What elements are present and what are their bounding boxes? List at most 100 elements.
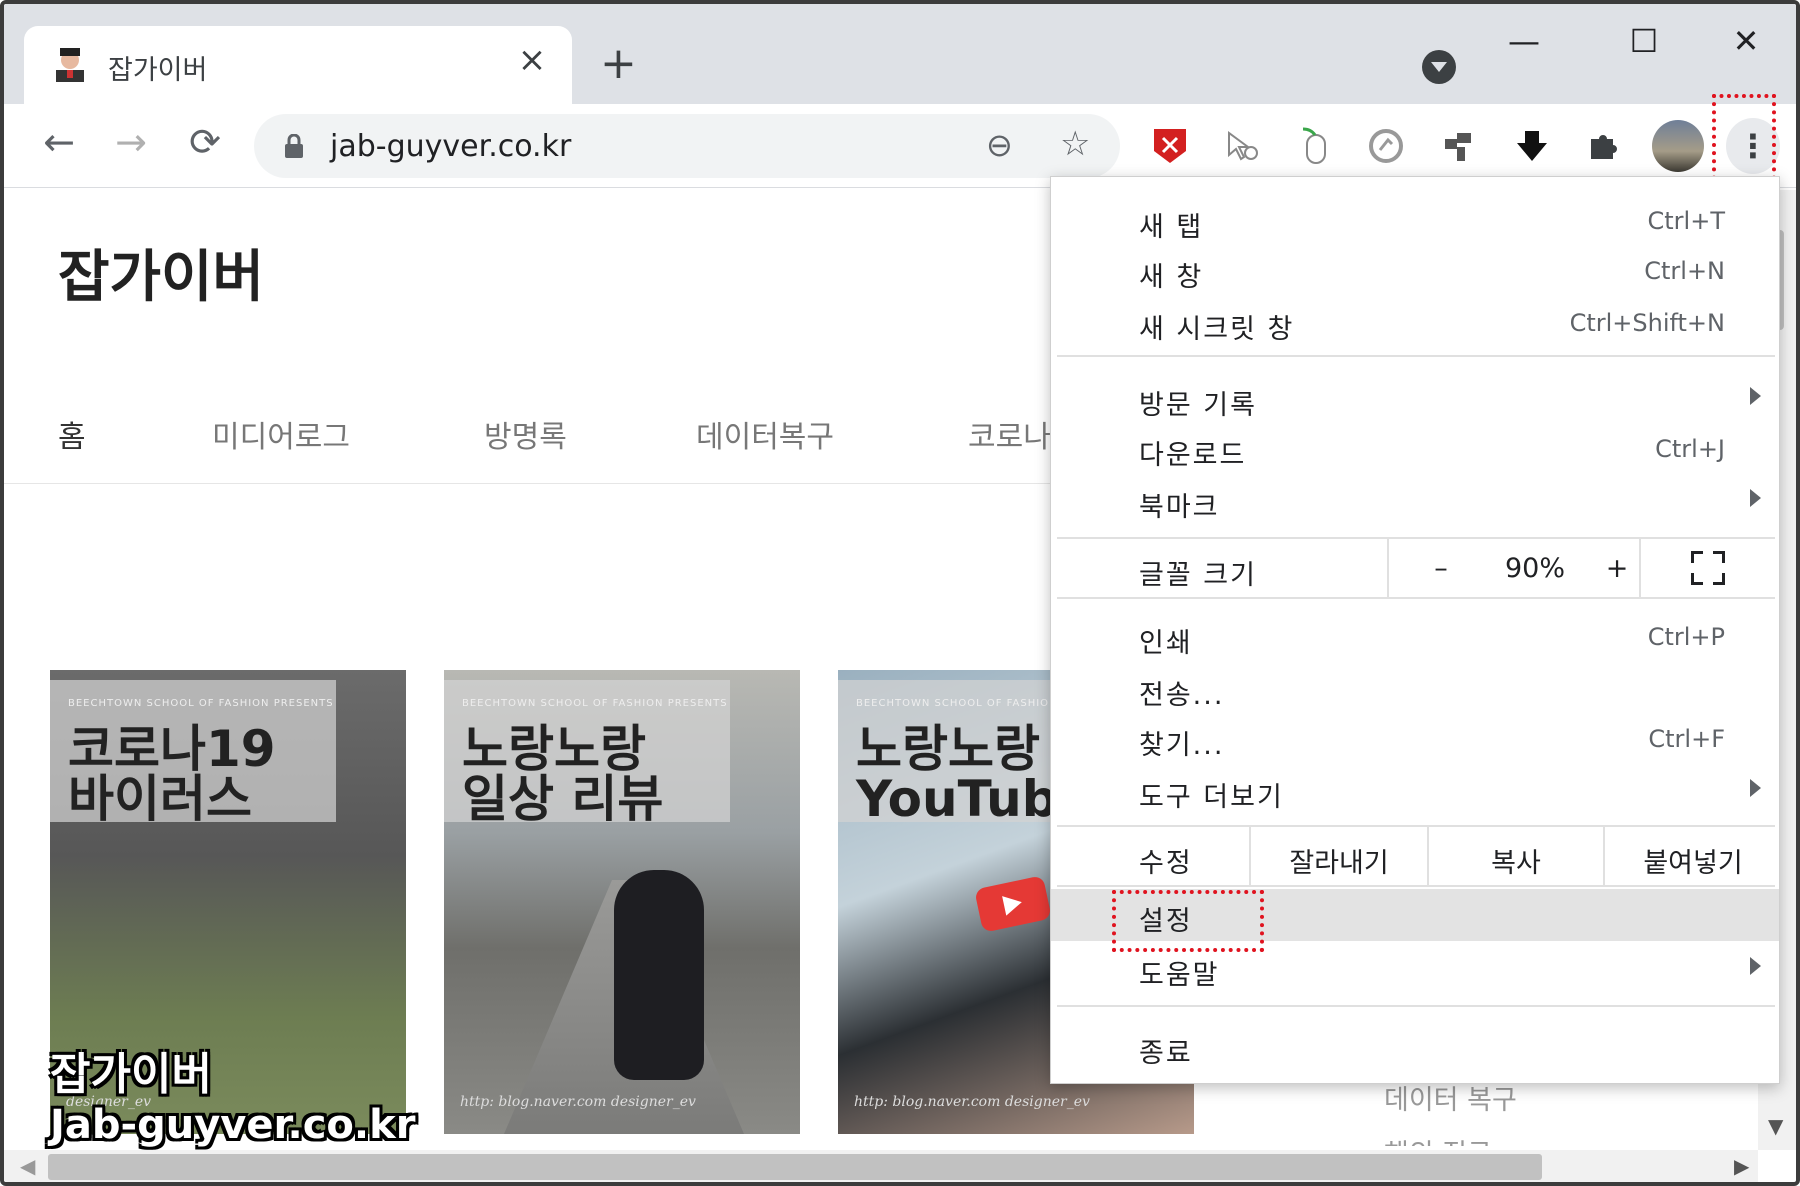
new-tab-button[interactable]: + xyxy=(600,42,637,86)
card-subtitle: BEECHTOWN SCHOOL OF FASHION P xyxy=(856,698,1069,709)
edit-label: 수정 xyxy=(1139,848,1193,879)
cyclist-image xyxy=(614,870,704,1080)
extension-cursor-icon[interactable] xyxy=(1222,126,1262,166)
scroll-left-arrow-icon[interactable]: ◀ xyxy=(20,1154,35,1178)
card-subtitle: BEECHTOWN SCHOOL OF FASHION PRESENTS xyxy=(68,698,334,709)
menu-item-new-tab[interactable]: 새 탭 Ctrl+T xyxy=(1051,195,1779,247)
scroll-right-arrow-icon[interactable]: ▶ xyxy=(1734,1154,1749,1178)
menu-item-label: 인쇄 xyxy=(1139,628,1193,659)
menu-divider xyxy=(1639,539,1641,597)
submenu-arrow-icon xyxy=(1750,957,1761,975)
card-title: 노랑노랑 일상 리뷰 xyxy=(462,720,664,828)
extensions-puzzle-icon[interactable] xyxy=(1584,126,1624,166)
menu-item-cast[interactable]: 전송... xyxy=(1051,663,1779,715)
nav-item-guestbook[interactable]: 방명록 xyxy=(484,412,567,456)
lock-icon[interactable] xyxy=(284,134,304,158)
reload-button[interactable]: ⟳ xyxy=(180,120,230,164)
menu-item-label: 새 탭 xyxy=(1139,212,1204,243)
menu-divider xyxy=(1387,539,1389,597)
menu-item-shortcut: Ctrl+T xyxy=(1647,207,1725,235)
menu-item-more-tools[interactable]: 도구 더보기 xyxy=(1051,765,1779,817)
menu-separator xyxy=(1057,885,1775,887)
tab-close-icon[interactable]: × xyxy=(512,40,552,80)
menu-item-shortcut: Ctrl+F xyxy=(1648,725,1725,753)
menu-item-shortcut: Ctrl+Shift+N xyxy=(1569,309,1725,337)
nav-item-data-recovery[interactable]: 데이터복구 xyxy=(696,412,834,456)
copy-button[interactable]: 복사 xyxy=(1429,841,1603,880)
bookmark-star-icon[interactable]: ☆ xyxy=(1060,124,1090,164)
site-title[interactable]: 잡가이버 xyxy=(58,232,264,313)
cut-button[interactable]: 잘라내기 xyxy=(1251,841,1427,880)
menu-item-incognito[interactable]: 새 시크릿 창 Ctrl+Shift+N xyxy=(1051,297,1779,349)
profile-avatar[interactable] xyxy=(1652,120,1704,172)
menu-edit-row: 수정 잘라내기 복사 붙여넣기 xyxy=(1051,827,1779,885)
close-window-button[interactable]: ✕ xyxy=(1716,22,1776,60)
minimize-button[interactable]: — xyxy=(1494,22,1554,60)
paste-button[interactable]: 붙여넣기 xyxy=(1605,841,1781,880)
menu-item-new-window[interactable]: 새 창 Ctrl+N xyxy=(1051,245,1779,297)
watermark: 잡가이버 Jab-guyver.co.kr xyxy=(50,1050,415,1150)
menu-item-label: 찾기... xyxy=(1139,730,1225,761)
card-label: BEECHTOWN SCHOOL OF FASHION PRESENTS 코로나… xyxy=(50,680,336,828)
submenu-arrow-icon xyxy=(1750,489,1761,507)
url-text[interactable]: jab-guyver.co.kr xyxy=(330,129,571,164)
menu-item-label: 방문 기록 xyxy=(1139,390,1257,421)
menu-item-label: 새 창 xyxy=(1139,262,1204,293)
post-card-2[interactable]: BEECHTOWN SCHOOL OF FASHION PRESENTS 노랑노… xyxy=(444,670,800,1134)
zoom-out-button[interactable]: – xyxy=(1411,553,1471,584)
menu-item-label: 도움말 xyxy=(1139,960,1220,991)
youtube-logo-icon xyxy=(974,875,1052,933)
horizontal-scroll-thumb[interactable] xyxy=(48,1154,1542,1180)
tab-search-icon[interactable] xyxy=(1422,50,1456,84)
zoom-value: 90% xyxy=(1504,553,1565,584)
menu-item-label: 도구 더보기 xyxy=(1139,782,1284,813)
menu-item-exit[interactable]: 종료 xyxy=(1051,1021,1779,1073)
sidebar-link-overseas[interactable]: 해외 직구 xyxy=(1384,1132,1492,1146)
fullscreen-icon[interactable] xyxy=(1691,551,1725,585)
menu-zoom-row: 글꼴 크기 – 90% + xyxy=(1051,539,1779,597)
menu-item-find[interactable]: 찾기... Ctrl+F xyxy=(1051,713,1779,765)
card-subtitle: BEECHTOWN SCHOOL OF FASHION PRESENTS xyxy=(462,698,728,709)
nav-item-home[interactable]: 홈 xyxy=(58,412,86,456)
menu-item-shortcut: Ctrl+N xyxy=(1644,257,1725,285)
menu-item-shortcut: Ctrl+J xyxy=(1655,435,1725,463)
extension-shield-icon[interactable] xyxy=(1150,126,1190,166)
favicon-icon xyxy=(56,48,84,82)
submenu-arrow-icon xyxy=(1750,779,1761,797)
scroll-down-arrow-icon[interactable]: ▼ xyxy=(1768,1114,1783,1138)
menu-item-history[interactable]: 방문 기록 xyxy=(1051,373,1779,425)
submenu-arrow-icon xyxy=(1750,387,1761,405)
zoom-in-button[interactable]: + xyxy=(1597,553,1637,584)
menu-separator xyxy=(1057,355,1775,357)
browser-window: 잡가이버 × + — ☐ ✕ ← → ⟳ jab-guyver.co.kr ⊖ … xyxy=(0,0,1800,1186)
menu-separator xyxy=(1057,1005,1775,1007)
zoom-icon[interactable]: ⊖ xyxy=(986,126,1013,164)
card-label: BEECHTOWN SCHOOL OF FASHION PRESENTS 노랑노… xyxy=(444,680,730,828)
extension-grid-icon[interactable] xyxy=(1440,126,1480,166)
menu-separator xyxy=(1057,597,1775,599)
card-title: 코로나19 바이러스 xyxy=(68,720,276,828)
menu-item-downloads[interactable]: 다운로드 Ctrl+J xyxy=(1051,423,1779,475)
nav-item-corona[interactable]: 코로나 xyxy=(968,412,1051,456)
tab-title: 잡가이버 xyxy=(108,55,208,86)
menu-item-label: 종료 xyxy=(1139,1038,1193,1069)
nav-item-medialog[interactable]: 미디어로그 xyxy=(212,412,350,456)
extension-circle-icon[interactable] xyxy=(1366,126,1406,166)
tab-active[interactable]: 잡가이버 × xyxy=(24,26,572,106)
watermark-line2: Jab-guyver.co.kr xyxy=(50,1102,416,1148)
extension-download-icon[interactable] xyxy=(1512,126,1552,166)
forward-button[interactable]: → xyxy=(106,120,156,164)
back-button[interactable]: ← xyxy=(34,120,84,164)
zoom-label: 글꼴 크기 xyxy=(1139,560,1257,591)
extension-mouse-icon[interactable] xyxy=(1294,126,1334,166)
address-bar[interactable]: jab-guyver.co.kr ⊖ ☆ xyxy=(254,114,1120,178)
menu-item-print[interactable]: 인쇄 Ctrl+P xyxy=(1051,611,1779,663)
menu-item-label: 북마크 xyxy=(1139,492,1220,523)
menu-item-label: 전송... xyxy=(1139,680,1225,711)
menu-item-bookmarks[interactable]: 북마크 xyxy=(1051,475,1779,527)
maximize-button[interactable]: ☐ xyxy=(1614,22,1674,60)
menu-item-label: 새 시크릿 창 xyxy=(1139,314,1295,345)
card-footer: http: blog.naver.com designer_ev xyxy=(460,1094,696,1110)
menu-item-label: 다운로드 xyxy=(1139,440,1247,471)
menu-item-shortcut: Ctrl+P xyxy=(1647,623,1725,651)
